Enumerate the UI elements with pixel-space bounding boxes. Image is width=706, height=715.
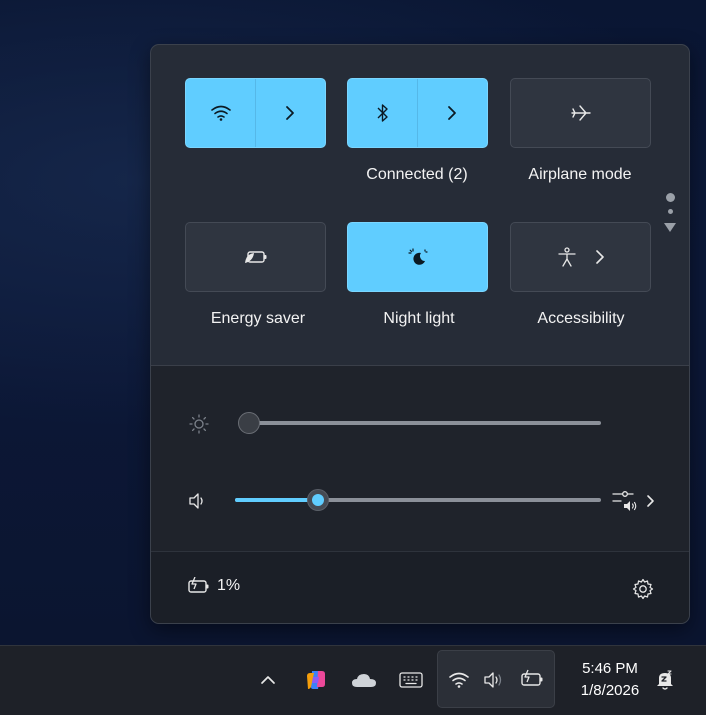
page-dot-active — [665, 193, 675, 202]
brightness-thumb[interactable] — [238, 412, 260, 434]
battery-percent: 1% — [217, 577, 241, 594]
scroll-down-arrow-icon[interactable] — [664, 223, 676, 232]
bluetooth-toggle[interactable] — [348, 79, 417, 147]
volume-icon — [189, 493, 203, 509]
sliders-section — [151, 365, 689, 552]
airplane-mode-label: Airplane mode — [528, 166, 632, 183]
clock-time: 5:46 PM — [582, 660, 638, 677]
page-indicator[interactable] — [664, 193, 676, 232]
accessibility-label: Accessibility — [537, 310, 625, 327]
night-light-label: Night light — [383, 310, 455, 327]
wifi-toggle[interactable] — [186, 79, 255, 147]
sound-mixer-icon — [612, 491, 637, 511]
sound-output-button[interactable] — [611, 488, 661, 514]
chevron-right-icon — [286, 106, 295, 120]
volume-thumb[interactable] — [307, 489, 329, 511]
copilot-icon — [307, 671, 325, 689]
bluetooth-expand-button[interactable] — [418, 79, 487, 147]
bluetooth-tile-label: Connected (2) — [366, 166, 468, 183]
wifi-tile[interactable] — [185, 78, 326, 148]
volume-slider[interactable] — [235, 487, 601, 513]
page-dot — [667, 209, 673, 214]
battery-button[interactable]: 1% — [187, 577, 240, 595]
copilot-button[interactable] — [303, 667, 329, 693]
accessibility-icon — [557, 247, 576, 267]
airplane-icon — [570, 105, 591, 121]
gear-icon[interactable] — [632, 578, 654, 600]
night-light-icon — [407, 248, 428, 265]
keyboard-icon — [399, 672, 423, 688]
system-status-button[interactable] — [437, 650, 555, 708]
chevron-right-icon — [595, 250, 604, 264]
night-light-tile[interactable] — [347, 222, 488, 292]
accessibility-tile[interactable] — [510, 222, 651, 292]
show-hidden-icons-button[interactable] — [256, 668, 280, 692]
wifi-expand-button[interactable] — [256, 79, 325, 147]
clock-date: 1/8/2026 — [580, 682, 640, 699]
quick-settings-panel: Connected (2) Airplane mode Energy saver… — [150, 44, 690, 624]
bluetooth-icon — [377, 104, 388, 122]
notification-bell-icon — [657, 670, 673, 690]
volume-fill — [235, 498, 318, 502]
battery-charging-icon — [188, 577, 209, 593]
touch-keyboard-button[interactable] — [397, 667, 425, 693]
wifi-icon — [210, 105, 231, 121]
quick-settings-footer: 1% — [151, 551, 689, 623]
chevron-right-icon — [448, 106, 457, 120]
taskbar: 5:46 PM 1/8/2026 — [0, 645, 706, 715]
brightness-track — [249, 421, 601, 425]
chevron-up-icon — [261, 676, 275, 684]
energy-saver-label: Energy saver — [210, 310, 306, 327]
notification-center-button[interactable] — [652, 667, 678, 693]
airplane-mode-tile[interactable] — [510, 78, 651, 148]
onedrive-button[interactable] — [350, 667, 378, 693]
onedrive-icon — [352, 674, 376, 687]
chevron-right-icon — [647, 495, 654, 507]
battery-charging-icon — [521, 669, 543, 686]
volume-icon — [484, 672, 502, 688]
energy-saver-tile[interactable] — [185, 222, 326, 292]
clock-button[interactable]: 5:46 PM 1/8/2026 — [560, 658, 660, 702]
energy-saver-icon — [244, 251, 266, 263]
brightness-slider[interactable] — [235, 410, 601, 436]
brightness-icon — [189, 414, 209, 434]
wifi-icon — [449, 672, 469, 688]
bluetooth-tile[interactable] — [347, 78, 488, 148]
